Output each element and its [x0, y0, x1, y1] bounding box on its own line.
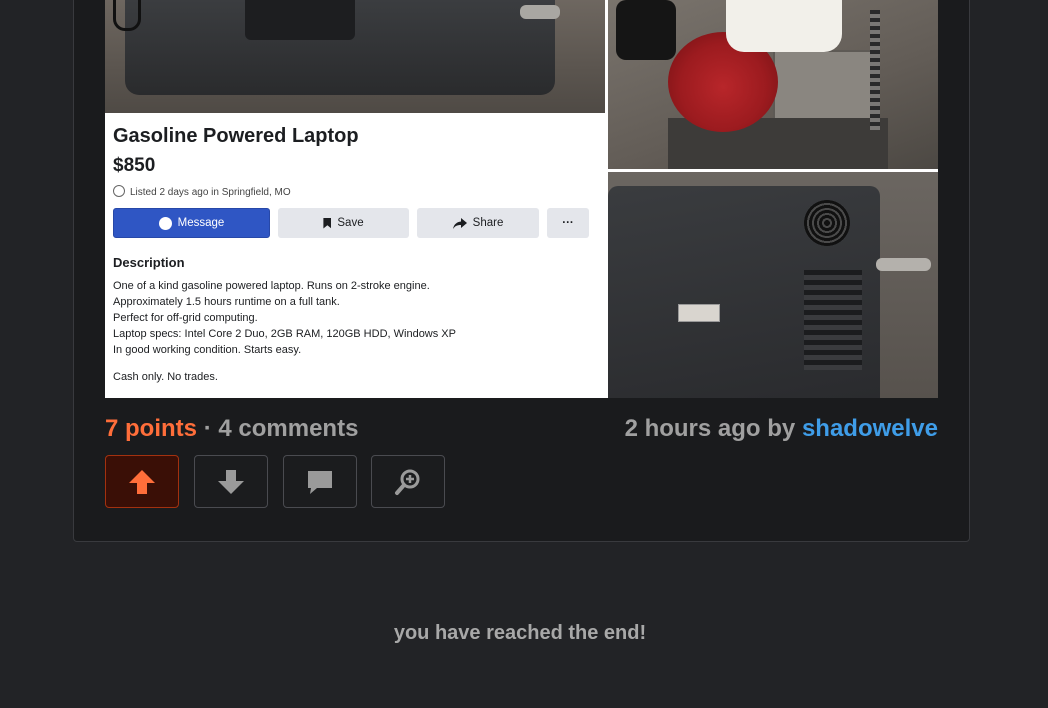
separator: · — [203, 415, 212, 442]
description-footer: Cash only. No trades. — [113, 371, 218, 383]
share-button: Share — [417, 208, 539, 238]
description-line: One of a kind gasoline powered laptop. R… — [113, 280, 430, 292]
messenger-icon — [158, 216, 172, 230]
message-button: Message — [113, 208, 270, 238]
arrow-up-icon — [129, 469, 155, 494]
comment-button[interactable] — [283, 455, 357, 508]
laptop-bottom-photo — [608, 172, 938, 398]
description-body: One of a kind gasoline powered laptop. R… — [113, 278, 456, 358]
end-of-feed-message: you have reached the end! — [393, 622, 647, 644]
comments-link[interactable]: 4 comments — [218, 415, 358, 442]
engine-photo — [608, 0, 938, 169]
location-icon — [113, 185, 125, 197]
more-options-button: ··· — [547, 208, 589, 238]
listing-title: Gasoline Powered Laptop — [113, 125, 359, 147]
description-line: In good working condition. Starts easy. — [113, 344, 302, 356]
zoom-button[interactable] — [371, 455, 445, 508]
arrow-down-icon — [218, 469, 244, 494]
points-count: 7 points — [105, 415, 198, 442]
listing-meta-text: Listed 2 days ago in Springfield, MO — [130, 187, 291, 198]
message-label: Message — [177, 217, 225, 229]
downvote-button[interactable] — [194, 455, 268, 508]
listing-price: $850 — [113, 155, 156, 176]
post-attribution: 2 hours ago by shadowelve — [625, 415, 938, 443]
share-icon — [452, 217, 467, 229]
zoom-in-icon — [395, 469, 420, 495]
marketplace-listing: Gasoline Powered Laptop $850 Listed 2 da… — [105, 113, 605, 398]
upvote-button[interactable] — [105, 455, 179, 508]
post-stats: 7 points · 4 comments — [105, 415, 358, 443]
bookmark-icon — [323, 217, 332, 229]
description-line: Approximately 1.5 hours runtime on a ful… — [113, 296, 340, 308]
save-label: Save — [337, 217, 364, 229]
author-link[interactable]: shadowelve — [802, 415, 938, 442]
description-line: Laptop specs: Intel Core 2 Duo, 2GB RAM,… — [113, 328, 456, 340]
post-time: 2 hours ago by — [624, 415, 796, 442]
description-heading: Description — [113, 255, 185, 270]
post-image[interactable]: Gasoline Powered Laptop $850 Listed 2 da… — [105, 0, 938, 398]
listing-meta: Listed 2 days ago in Springfield, MO — [113, 185, 291, 198]
save-button: Save — [278, 208, 409, 238]
comment-icon — [308, 470, 332, 494]
share-label: Share — [472, 217, 504, 229]
description-line: Perfect for off-grid computing. — [113, 312, 258, 324]
laptop-photo — [105, 0, 605, 113]
